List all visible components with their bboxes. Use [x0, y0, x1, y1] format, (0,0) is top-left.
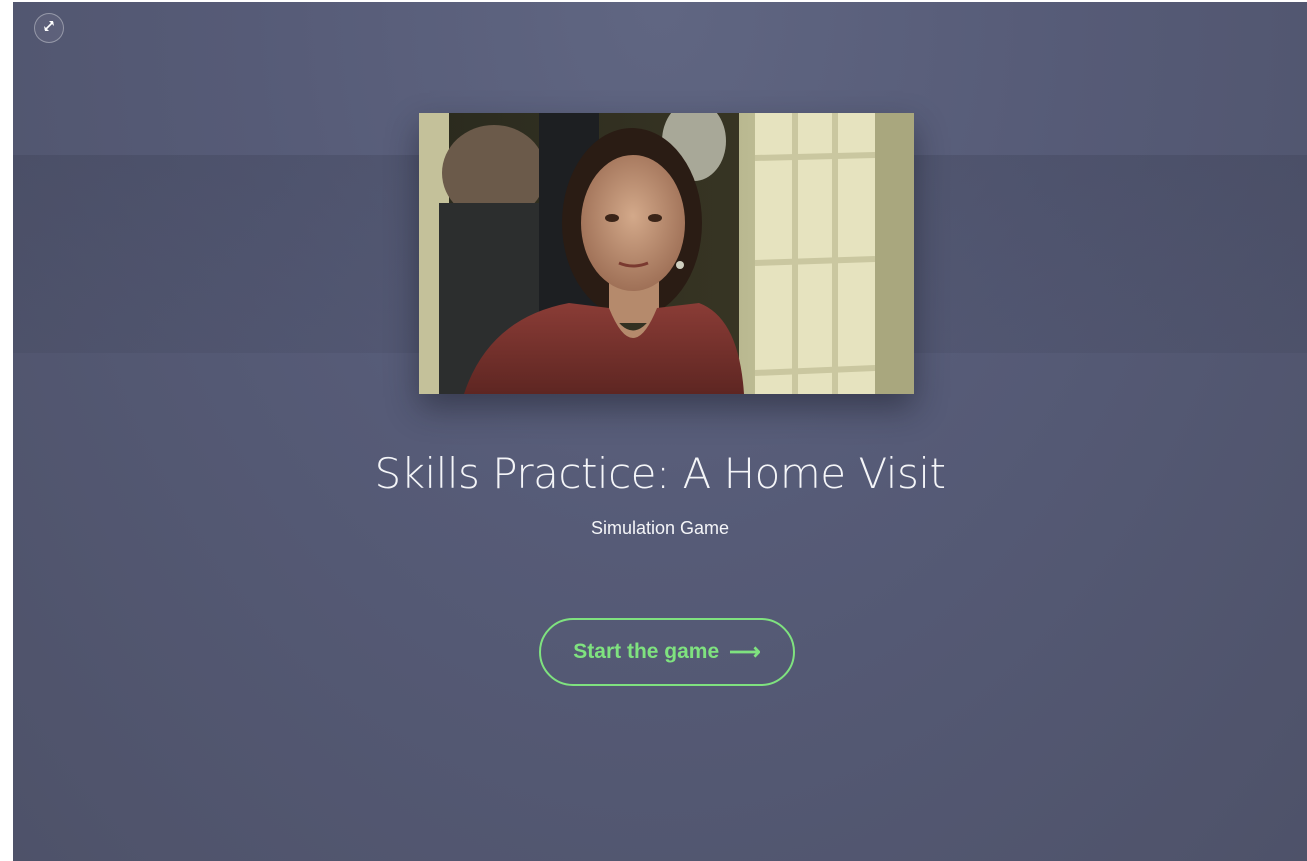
game-intro-screen: Skills Practice: A Home Visit Simulation…	[13, 2, 1307, 861]
start-game-button[interactable]: Start the game ⟶	[539, 618, 795, 686]
expand-arrows-icon	[42, 19, 56, 38]
game-subtitle: Simulation Game	[590, 518, 730, 538]
woman-in-doorway-photo	[419, 113, 914, 394]
fullscreen-button[interactable]	[34, 13, 64, 43]
cover-image	[419, 113, 914, 394]
game-title: Skills Practice: A Home Visit	[374, 449, 946, 498]
arrow-right-icon: ⟶	[729, 639, 761, 664]
start-game-label: Start the game	[573, 640, 720, 663]
